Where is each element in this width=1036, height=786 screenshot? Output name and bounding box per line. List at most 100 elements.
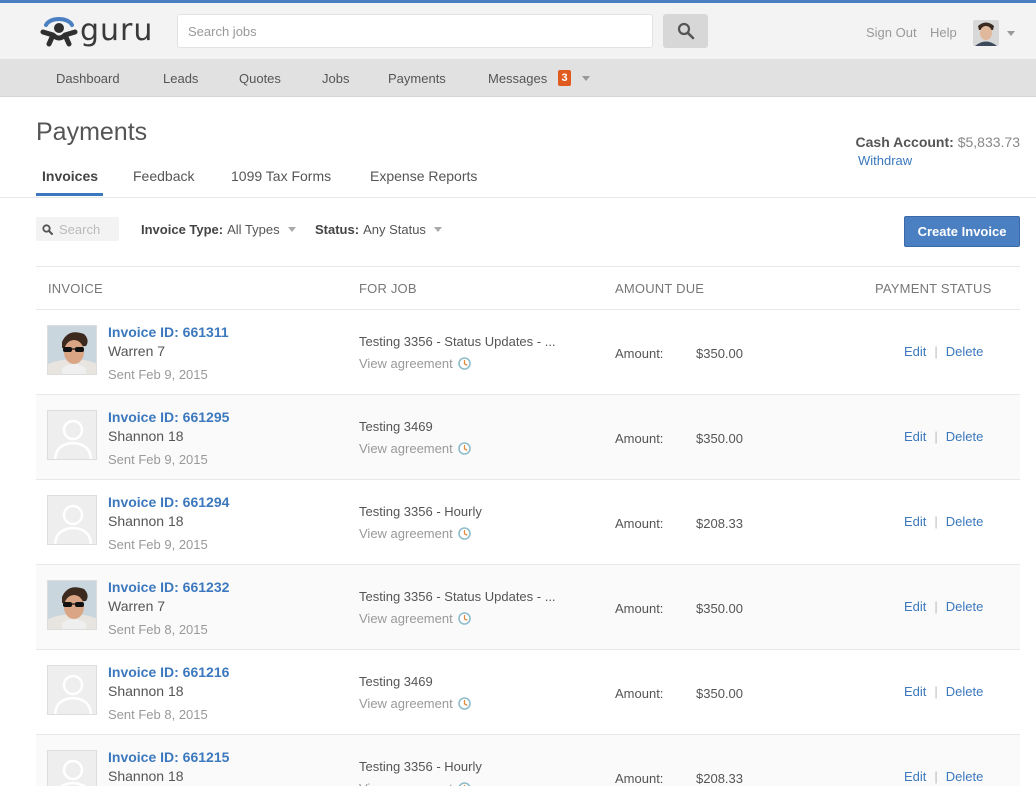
job-title: Testing 3356 - Hourly (359, 759, 482, 774)
delete-link[interactable]: Delete (946, 769, 984, 784)
edit-link[interactable]: Edit (904, 344, 926, 359)
messages-dropdown-icon[interactable] (582, 76, 590, 81)
search-icon (42, 223, 53, 235)
nav-item-dashboard[interactable]: Dashboard (56, 71, 120, 86)
table-row: Invoice ID: 661232 Warren 7 Sent Feb 8, 20… (36, 564, 1020, 649)
status-value: Any Status (363, 222, 426, 237)
guru-logo[interactable]: guru (40, 14, 153, 48)
tab-feedback[interactable]: Feedback (133, 168, 194, 184)
placeholder-avatar-icon (47, 665, 97, 715)
freelancer-name: Warren 7 (108, 343, 166, 359)
freelancer-name: Shannon 18 (108, 768, 184, 784)
view-agreement-label: View agreement (359, 441, 453, 456)
amount-value: $208.33 (696, 771, 743, 786)
amount-value: $350.00 (696, 346, 743, 361)
freelancer-name: Shannon 18 (108, 513, 184, 529)
chevron-down-icon (1007, 30, 1015, 36)
clock-icon (457, 527, 471, 540)
nav-item-messages[interactable]: Messages (488, 71, 547, 86)
invoice-id-link[interactable]: Invoice ID: 661232 (108, 579, 229, 595)
search-button[interactable] (663, 14, 708, 48)
view-agreement-link[interactable]: View agreement (359, 696, 471, 711)
invoice-id-link[interactable]: Invoice ID: 661311 (108, 324, 229, 340)
nav-item-payments[interactable]: Payments (388, 71, 446, 86)
sent-date: Sent Feb 8, 2015 (108, 707, 208, 722)
cash-account-label: Cash Account: (855, 134, 954, 150)
page-title: Payments (36, 118, 148, 146)
view-agreement-link[interactable]: View agreement (359, 526, 471, 541)
withdraw-link[interactable]: Withdraw (858, 153, 912, 168)
status-label: Status: (315, 222, 360, 237)
row-actions: Edit | Delete (904, 769, 983, 784)
freelancer-photo-avatar (47, 580, 97, 630)
header: guru Sign Out Help (0, 3, 1036, 59)
tab-invoices[interactable]: Invoices (42, 168, 98, 184)
main-nav: Dashboard Leads Quotes Jobs Payments Mes… (0, 59, 1036, 97)
clock-icon (457, 612, 471, 625)
delete-link[interactable]: Delete (946, 514, 984, 529)
edit-link[interactable]: Edit (904, 599, 926, 614)
sent-date: Sent Feb 9, 2015 (108, 367, 208, 382)
view-agreement-link[interactable]: View agreement (359, 611, 471, 626)
invoice-type-filter[interactable]: Invoice Type: All Types (141, 222, 296, 237)
freelancer-photo-avatar (47, 325, 97, 375)
status-filter[interactable]: Status: Any Status (315, 222, 442, 237)
row-actions: Edit | Delete (904, 429, 983, 444)
invoice-id-link[interactable]: Invoice ID: 661216 (108, 664, 229, 680)
user-menu[interactable] (973, 20, 1015, 46)
edit-link[interactable]: Edit (904, 514, 926, 529)
view-agreement-link[interactable]: View agreement (359, 781, 471, 786)
job-search-input[interactable] (177, 14, 653, 48)
sign-out-link[interactable]: Sign Out (866, 25, 917, 40)
create-invoice-button[interactable]: Create Invoice (904, 216, 1020, 247)
edit-link[interactable]: Edit (904, 769, 926, 784)
nav-item-jobs[interactable]: Jobs (322, 71, 349, 86)
tab-1099-tax-forms[interactable]: 1099 Tax Forms (231, 168, 331, 184)
edit-link[interactable]: Edit (904, 429, 926, 444)
edit-link[interactable]: Edit (904, 684, 926, 699)
view-agreement-label: View agreement (359, 696, 453, 711)
action-separator: | (934, 769, 938, 784)
view-agreement-link[interactable]: View agreement (359, 356, 471, 371)
action-separator: | (934, 344, 938, 359)
delete-link[interactable]: Delete (946, 599, 984, 614)
nav-item-quotes[interactable]: Quotes (239, 71, 281, 86)
cash-account: Cash Account: $5,833.73 (856, 134, 1020, 150)
column-header-for-job: FOR JOB (359, 281, 417, 296)
invoice-id-link[interactable]: Invoice ID: 661294 (108, 494, 229, 510)
column-header-amount-due: AMOUNT DUE (615, 281, 705, 296)
active-tab-indicator (36, 193, 103, 196)
help-link[interactable]: Help (930, 25, 957, 40)
delete-link[interactable]: Delete (946, 344, 984, 359)
sent-date: Sent Feb 8, 2015 (108, 622, 208, 637)
job-title: Testing 3356 - Hourly (359, 504, 482, 519)
nav-item-leads[interactable]: Leads (163, 71, 198, 86)
invoice-search[interactable] (36, 217, 119, 241)
amount-label: Amount: (615, 346, 664, 361)
invoice-id-link[interactable]: Invoice ID: 661295 (108, 409, 229, 425)
row-actions: Edit | Delete (904, 599, 983, 614)
cash-account-value: $5,833.73 (957, 134, 1020, 150)
job-title: Testing 3356 - Status Updates - ... (359, 334, 556, 349)
row-actions: Edit | Delete (904, 514, 983, 529)
placeholder-avatar-icon (47, 495, 97, 545)
view-agreement-link[interactable]: View agreement (359, 441, 471, 456)
column-header-payment-status: PAYMENT STATUS (875, 281, 992, 296)
amount-label: Amount: (615, 601, 664, 616)
freelancer-name: Shannon 18 (108, 428, 184, 444)
chevron-down-icon (433, 227, 442, 232)
freelancer-name: Shannon 18 (108, 683, 184, 699)
delete-link[interactable]: Delete (946, 684, 984, 699)
table-top-border (36, 266, 1020, 267)
view-agreement-label: View agreement (359, 611, 453, 626)
placeholder-avatar-icon (47, 750, 97, 786)
action-separator: | (934, 429, 938, 444)
job-title: Testing 3469 (359, 674, 433, 689)
delete-link[interactable]: Delete (946, 429, 984, 444)
job-title: Testing 3469 (359, 419, 433, 434)
job-title: Testing 3356 - Status Updates - ... (359, 589, 556, 604)
invoice-id-link[interactable]: Invoice ID: 661215 (108, 749, 229, 765)
placeholder-avatar-icon (47, 410, 97, 460)
invoice-search-input[interactable] (59, 221, 119, 237)
tab-expense-reports[interactable]: Expense Reports (370, 168, 477, 184)
